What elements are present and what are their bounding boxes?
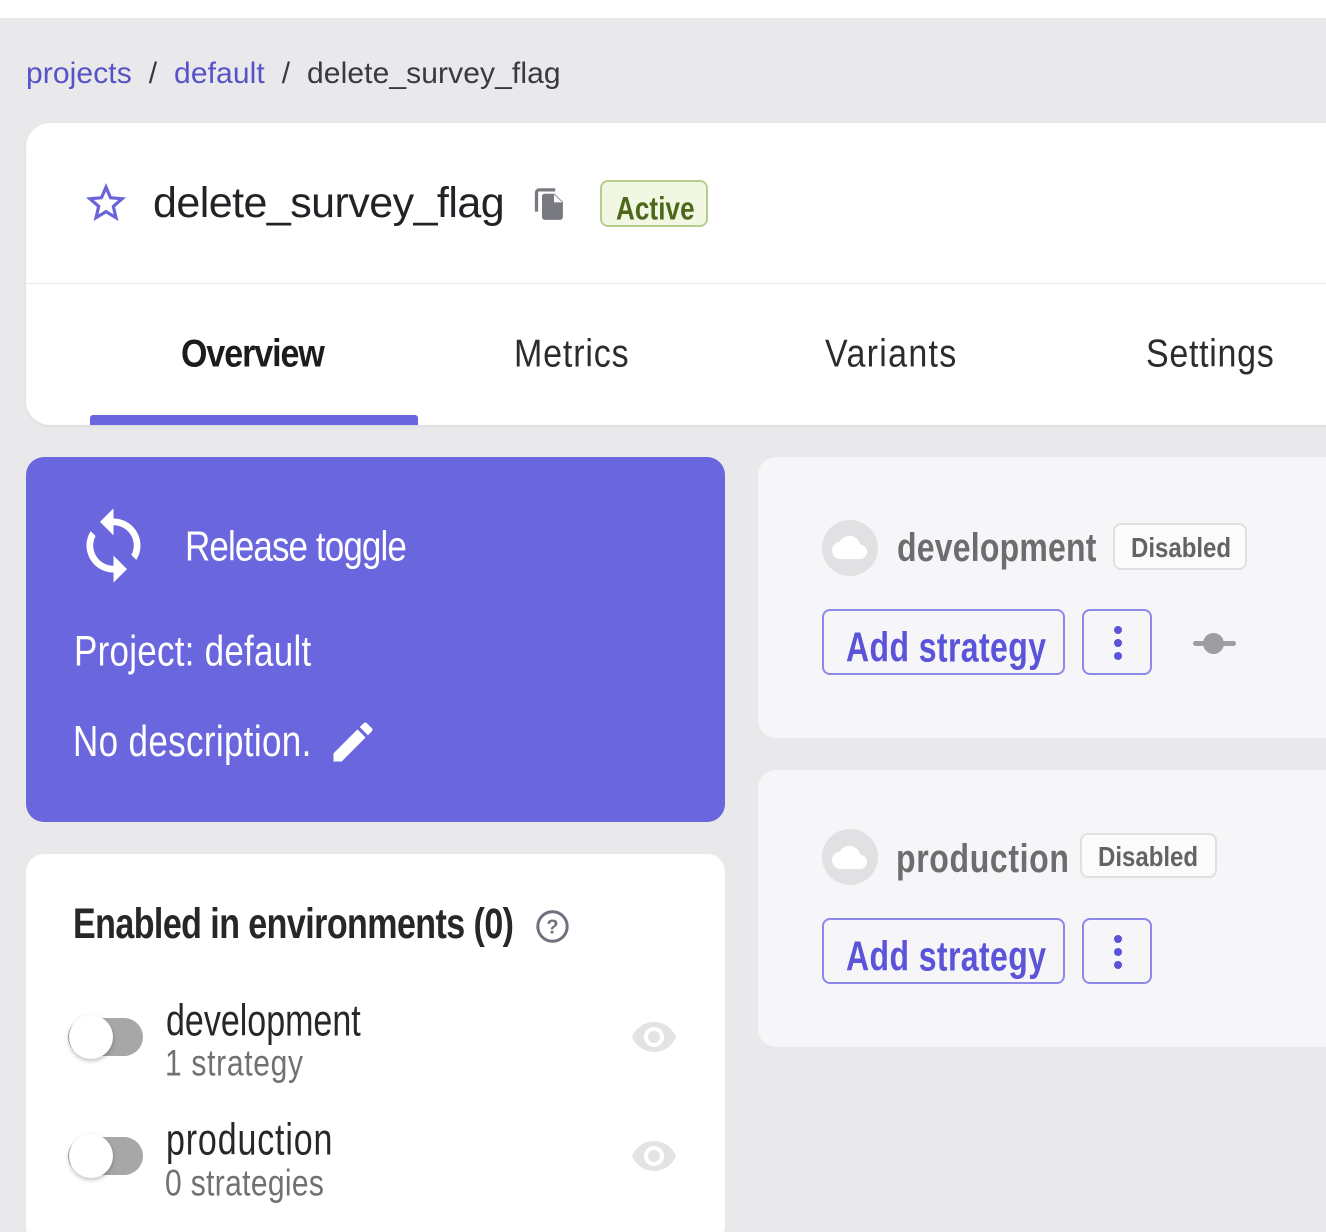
svg-text:?: ? <box>546 917 558 939</box>
